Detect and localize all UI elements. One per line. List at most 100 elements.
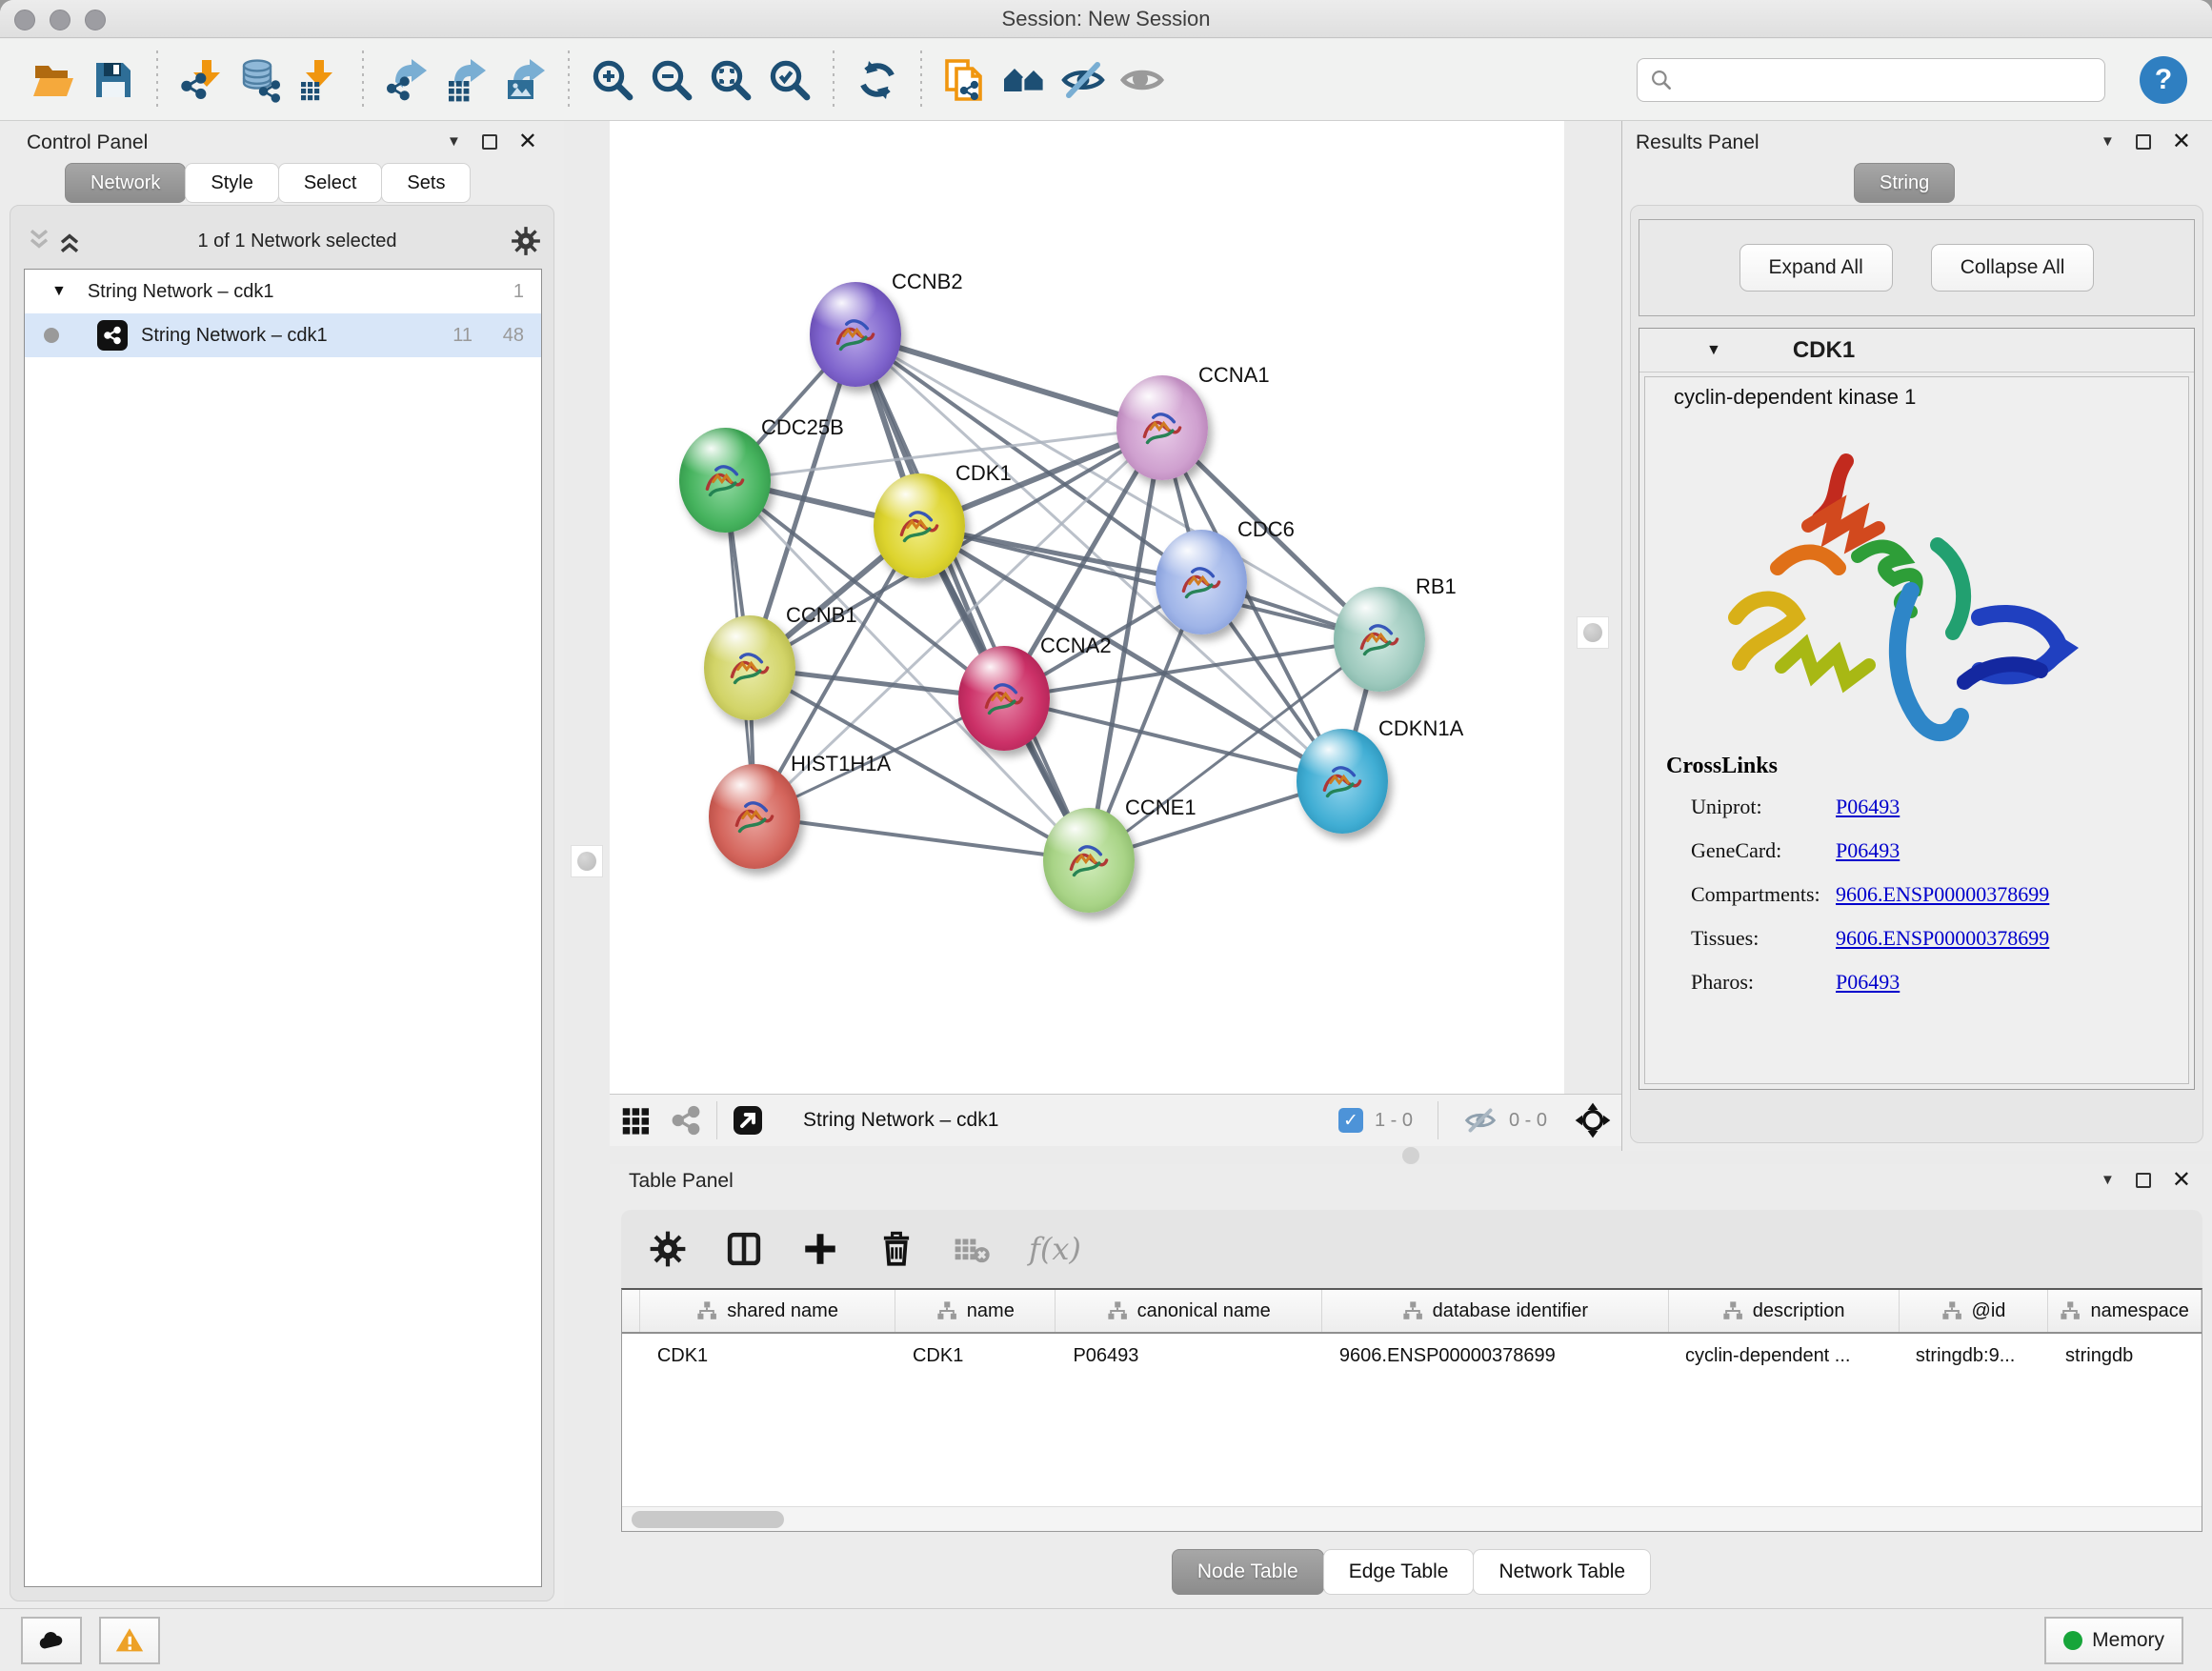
tab-sets[interactable]: Sets [381, 163, 471, 203]
search-box[interactable] [1637, 58, 2105, 102]
memory-button[interactable]: Memory [2044, 1617, 2183, 1664]
search-input[interactable] [1674, 68, 2093, 91]
control-panel-close-icon[interactable]: ✕ [518, 134, 537, 150]
tab-network[interactable]: Network [65, 163, 186, 203]
tab-node-table[interactable]: Node Table [1172, 1549, 1324, 1595]
collection-expand-icon[interactable]: ▼ [51, 283, 67, 300]
network-collection-row[interactable]: ▼ String Network – cdk1 1 [25, 270, 541, 313]
column-header-namespace[interactable]: namespace [2048, 1290, 2202, 1332]
import-table-icon[interactable] [290, 50, 349, 110]
gene-name: CDK1 [1793, 337, 1855, 364]
network-canvas[interactable]: CCNB2 CCNA1 CDC25B CDK1 CDC6 RB1 CCNB1 C… [610, 121, 1564, 1094]
expand-all-icon[interactable] [54, 226, 85, 256]
zoom-out-icon[interactable] [642, 50, 701, 110]
cloud-button[interactable] [21, 1617, 82, 1664]
node-ccne1[interactable] [1043, 808, 1135, 913]
column-header-database-identifier[interactable]: database identifier [1322, 1290, 1669, 1332]
left-splitter[interactable] [564, 121, 610, 1608]
duplicate-network-icon[interactable] [935, 50, 995, 110]
scrollbar-thumb[interactable] [632, 1511, 784, 1528]
fit-selected-crosshair-icon[interactable] [1574, 1101, 1612, 1139]
open-session-icon[interactable] [25, 50, 84, 110]
import-database-icon[interactable] [231, 50, 290, 110]
table-data-row[interactable]: CDK1CDK1P064939606.ENSP00000378699cyclin… [622, 1334, 2202, 1378]
node-rb1[interactable] [1334, 587, 1425, 692]
collapse-all-icon[interactable] [24, 226, 54, 256]
right-splitter[interactable] [1564, 121, 1621, 1151]
tab-edge-table[interactable]: Edge Table [1323, 1549, 1475, 1595]
delete-column-icon[interactable] [876, 1229, 916, 1269]
column-header-@id[interactable]: @id [1900, 1290, 2049, 1332]
cell-canonical-name[interactable]: P06493 [1056, 1334, 1321, 1378]
node-cdc25b[interactable] [679, 428, 771, 533]
column-header-shared-name[interactable]: shared name [640, 1290, 895, 1332]
show-columns-icon[interactable] [724, 1229, 764, 1269]
zoom-selected-icon[interactable] [760, 50, 819, 110]
birdseye-view-icon[interactable] [731, 1103, 765, 1137]
tab-style[interactable]: Style [185, 163, 278, 203]
string-view-icon[interactable] [669, 1103, 703, 1137]
node-label-cdk1: CDK1 [955, 461, 1012, 486]
crosslink-link[interactable]: P06493 [1836, 795, 1900, 819]
right-splitter-handle[interactable] [1577, 616, 1609, 649]
help-icon[interactable]: ? [2140, 56, 2187, 104]
crosslink-link[interactable]: P06493 [1836, 838, 1900, 863]
tab-string[interactable]: String [1854, 163, 1955, 203]
nested-networks-icon[interactable] [995, 50, 1054, 110]
add-column-icon[interactable] [800, 1229, 840, 1269]
left-splitter-handle[interactable] [571, 845, 603, 877]
control-panel-menu-icon[interactable]: ▼ [447, 133, 461, 150]
horizontal-scrollbar[interactable] [622, 1506, 2202, 1531]
cell-description[interactable]: cyclin-dependent ... [1668, 1334, 1899, 1378]
node-cdc6[interactable] [1156, 530, 1247, 634]
column-header-name[interactable]: name [895, 1290, 1056, 1332]
cell-database-identifier[interactable]: 9606.ENSP00000378699 [1322, 1334, 1668, 1378]
node-ccna2[interactable] [958, 646, 1050, 751]
tab-select[interactable]: Select [278, 163, 383, 203]
cell-@id[interactable]: stringdb:9... [1899, 1334, 2048, 1378]
selected-checkbox-icon[interactable]: ✓ [1338, 1108, 1363, 1133]
save-session-icon[interactable] [84, 50, 143, 110]
warning-button[interactable] [99, 1617, 160, 1664]
cell-name[interactable]: CDK1 [895, 1334, 1056, 1378]
results-panel-menu-icon[interactable]: ▼ [2101, 133, 2115, 150]
crosslink-link[interactable]: P06493 [1836, 970, 1900, 995]
zoom-in-icon[interactable] [583, 50, 642, 110]
show-selected-icon[interactable] [1113, 50, 1172, 110]
table-panel-close-icon[interactable]: ✕ [2172, 1173, 2191, 1188]
hide-selected-icon[interactable] [1054, 50, 1113, 110]
column-header-canonical-name[interactable]: canonical name [1056, 1290, 1322, 1332]
expand-all-button[interactable]: Expand All [1739, 244, 1893, 292]
toolbar-separator [920, 50, 922, 110]
table-panel-menu-icon[interactable]: ▼ [2101, 1172, 2115, 1188]
table-gear-icon[interactable] [648, 1229, 688, 1269]
node-ccnb1[interactable] [704, 615, 795, 720]
node-ccna1[interactable] [1116, 375, 1208, 480]
network-row[interactable]: String Network – cdk1 11 48 [25, 313, 541, 357]
crosslink-link[interactable]: 9606.ENSP00000378699 [1836, 882, 2049, 907]
node-hist1h1a[interactable] [709, 764, 800, 869]
cell-shared-name[interactable]: CDK1 [640, 1334, 895, 1378]
column-header-description[interactable]: description [1669, 1290, 1900, 1332]
collapse-all-button[interactable]: Collapse All [1931, 244, 2095, 292]
crosslink-link[interactable]: 9606.ENSP00000378699 [1836, 926, 2049, 951]
export-image-icon[interactable] [495, 50, 554, 110]
grid-view-icon[interactable] [619, 1103, 654, 1137]
zoom-fit-icon[interactable] [701, 50, 760, 110]
export-table-icon[interactable] [436, 50, 495, 110]
control-panel-float-icon[interactable] [482, 134, 497, 150]
gene-section-header[interactable]: ▼ CDK1 [1639, 329, 2194, 372]
import-network-icon[interactable] [171, 50, 231, 110]
export-network-icon[interactable] [377, 50, 436, 110]
refresh-icon[interactable] [848, 50, 907, 110]
cell-namespace[interactable]: stringdb [2048, 1334, 2202, 1378]
network-options-gear-icon[interactable] [510, 225, 542, 257]
node-ccnb2[interactable] [810, 282, 901, 387]
results-panel-float-icon[interactable] [2136, 134, 2151, 150]
node-cdk1[interactable] [874, 473, 965, 578]
node-cdkn1a[interactable] [1297, 729, 1388, 834]
gene-collapse-icon[interactable]: ▼ [1706, 342, 1721, 359]
table-panel-float-icon[interactable] [2136, 1173, 2151, 1188]
tab-network-table[interactable]: Network Table [1473, 1549, 1651, 1595]
results-panel-close-icon[interactable]: ✕ [2172, 134, 2191, 150]
